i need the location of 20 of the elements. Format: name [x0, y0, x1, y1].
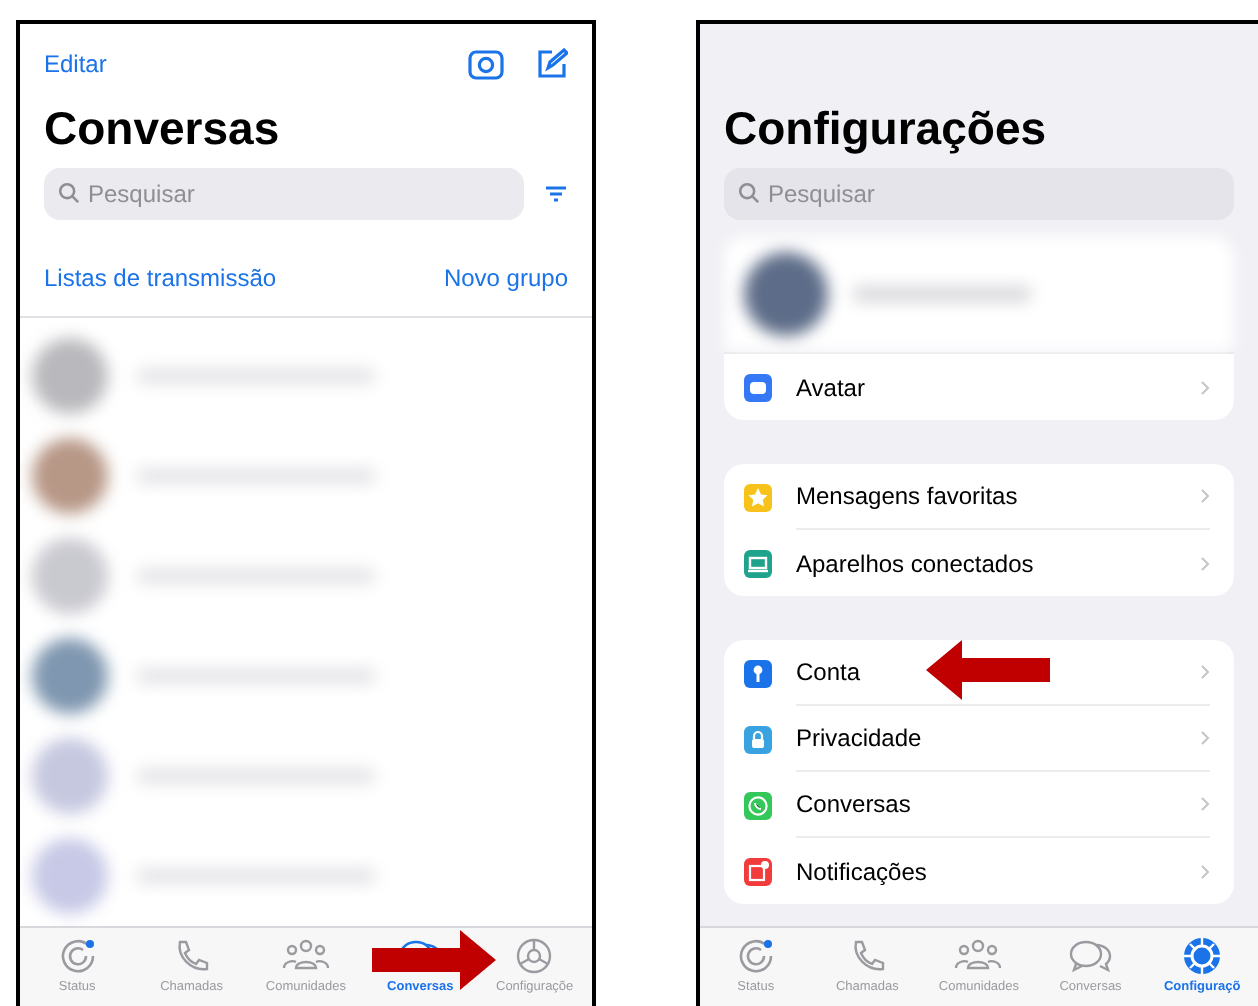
edit-link[interactable]: Editar	[44, 46, 107, 82]
row-label: Notificações	[796, 855, 927, 889]
row-label: Conversas	[796, 788, 911, 822]
row-label: Privacidade	[796, 722, 922, 756]
settings-row[interactable]: Notificações	[724, 838, 1234, 904]
settings-row[interactable]: Privacidade	[724, 706, 1234, 772]
screen-title: Configurações	[722, 100, 1049, 156]
row-label: Conta	[796, 656, 861, 690]
row-label: Aparelhos conectados	[796, 547, 1034, 581]
search-field[interactable]: Pesquisar	[44, 168, 524, 220]
row-label: Mensagens favoritas	[796, 480, 1018, 514]
text-link[interactable]: Novo grupo	[443, 260, 568, 296]
settings-row[interactable]: Mensagens favoritas	[724, 464, 1234, 530]
settings-row[interactable]: Conversas	[724, 772, 1234, 838]
row-label: Avatar	[796, 371, 865, 405]
screen-title: Conversas	[42, 100, 282, 156]
text-link[interactable]: Listas de transmissão	[44, 260, 277, 296]
settings-row[interactable]: Aparelhos conectados	[724, 530, 1234, 596]
settings-row[interactable]: Avatar	[724, 354, 1234, 420]
search-field[interactable]: Pesquisar	[724, 168, 1234, 220]
